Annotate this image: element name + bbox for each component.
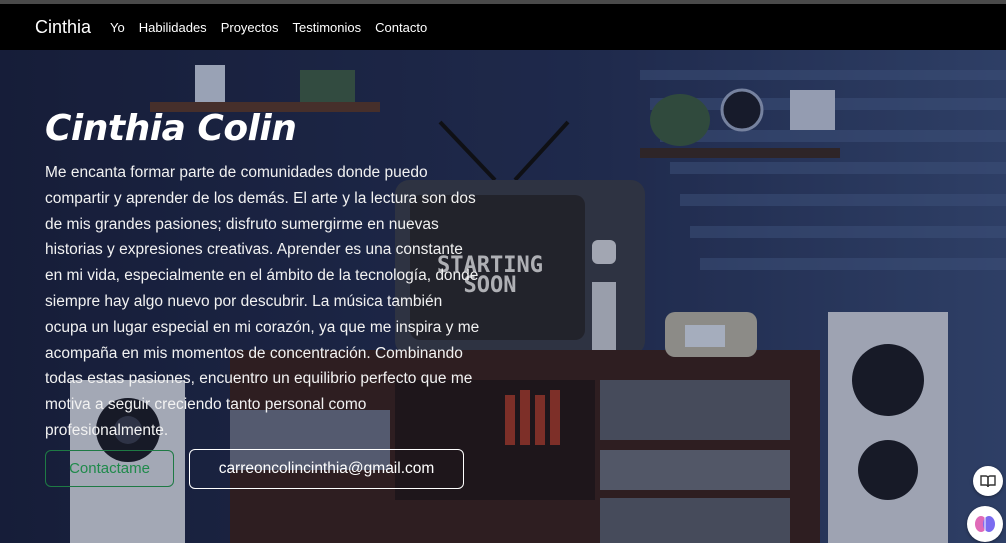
hero-title: Cinthia Colin xyxy=(45,108,297,149)
nav-link-habilidades[interactable]: Habilidades xyxy=(139,20,207,35)
reader-mode-button[interactable] xyxy=(973,466,1003,496)
email-button[interactable]: carreoncolincinthia@gmail.com xyxy=(189,449,464,489)
assistant-button[interactable] xyxy=(967,506,1003,542)
nav-link-contacto[interactable]: Contacto xyxy=(375,20,427,35)
navbar: Cinthia Yo Habilidades Proyectos Testimo… xyxy=(0,4,1006,50)
hero-bio: Me encanta formar parte de comunidades d… xyxy=(45,164,480,439)
nav-link-yo[interactable]: Yo xyxy=(110,20,125,35)
nav-link-proyectos[interactable]: Proyectos xyxy=(221,20,279,35)
book-icon xyxy=(980,475,996,488)
nav-link-testimonios[interactable]: Testimonios xyxy=(293,20,362,35)
brain-icon xyxy=(975,516,995,532)
hero-section: STARTING SOON Cinthia Colin Me encanta f… xyxy=(0,50,1006,543)
contact-button[interactable]: Contactame xyxy=(45,450,174,487)
hero-content: Cinthia Colin Me encanta formar parte de… xyxy=(45,106,485,444)
brand-link[interactable]: Cinthia xyxy=(35,17,91,38)
